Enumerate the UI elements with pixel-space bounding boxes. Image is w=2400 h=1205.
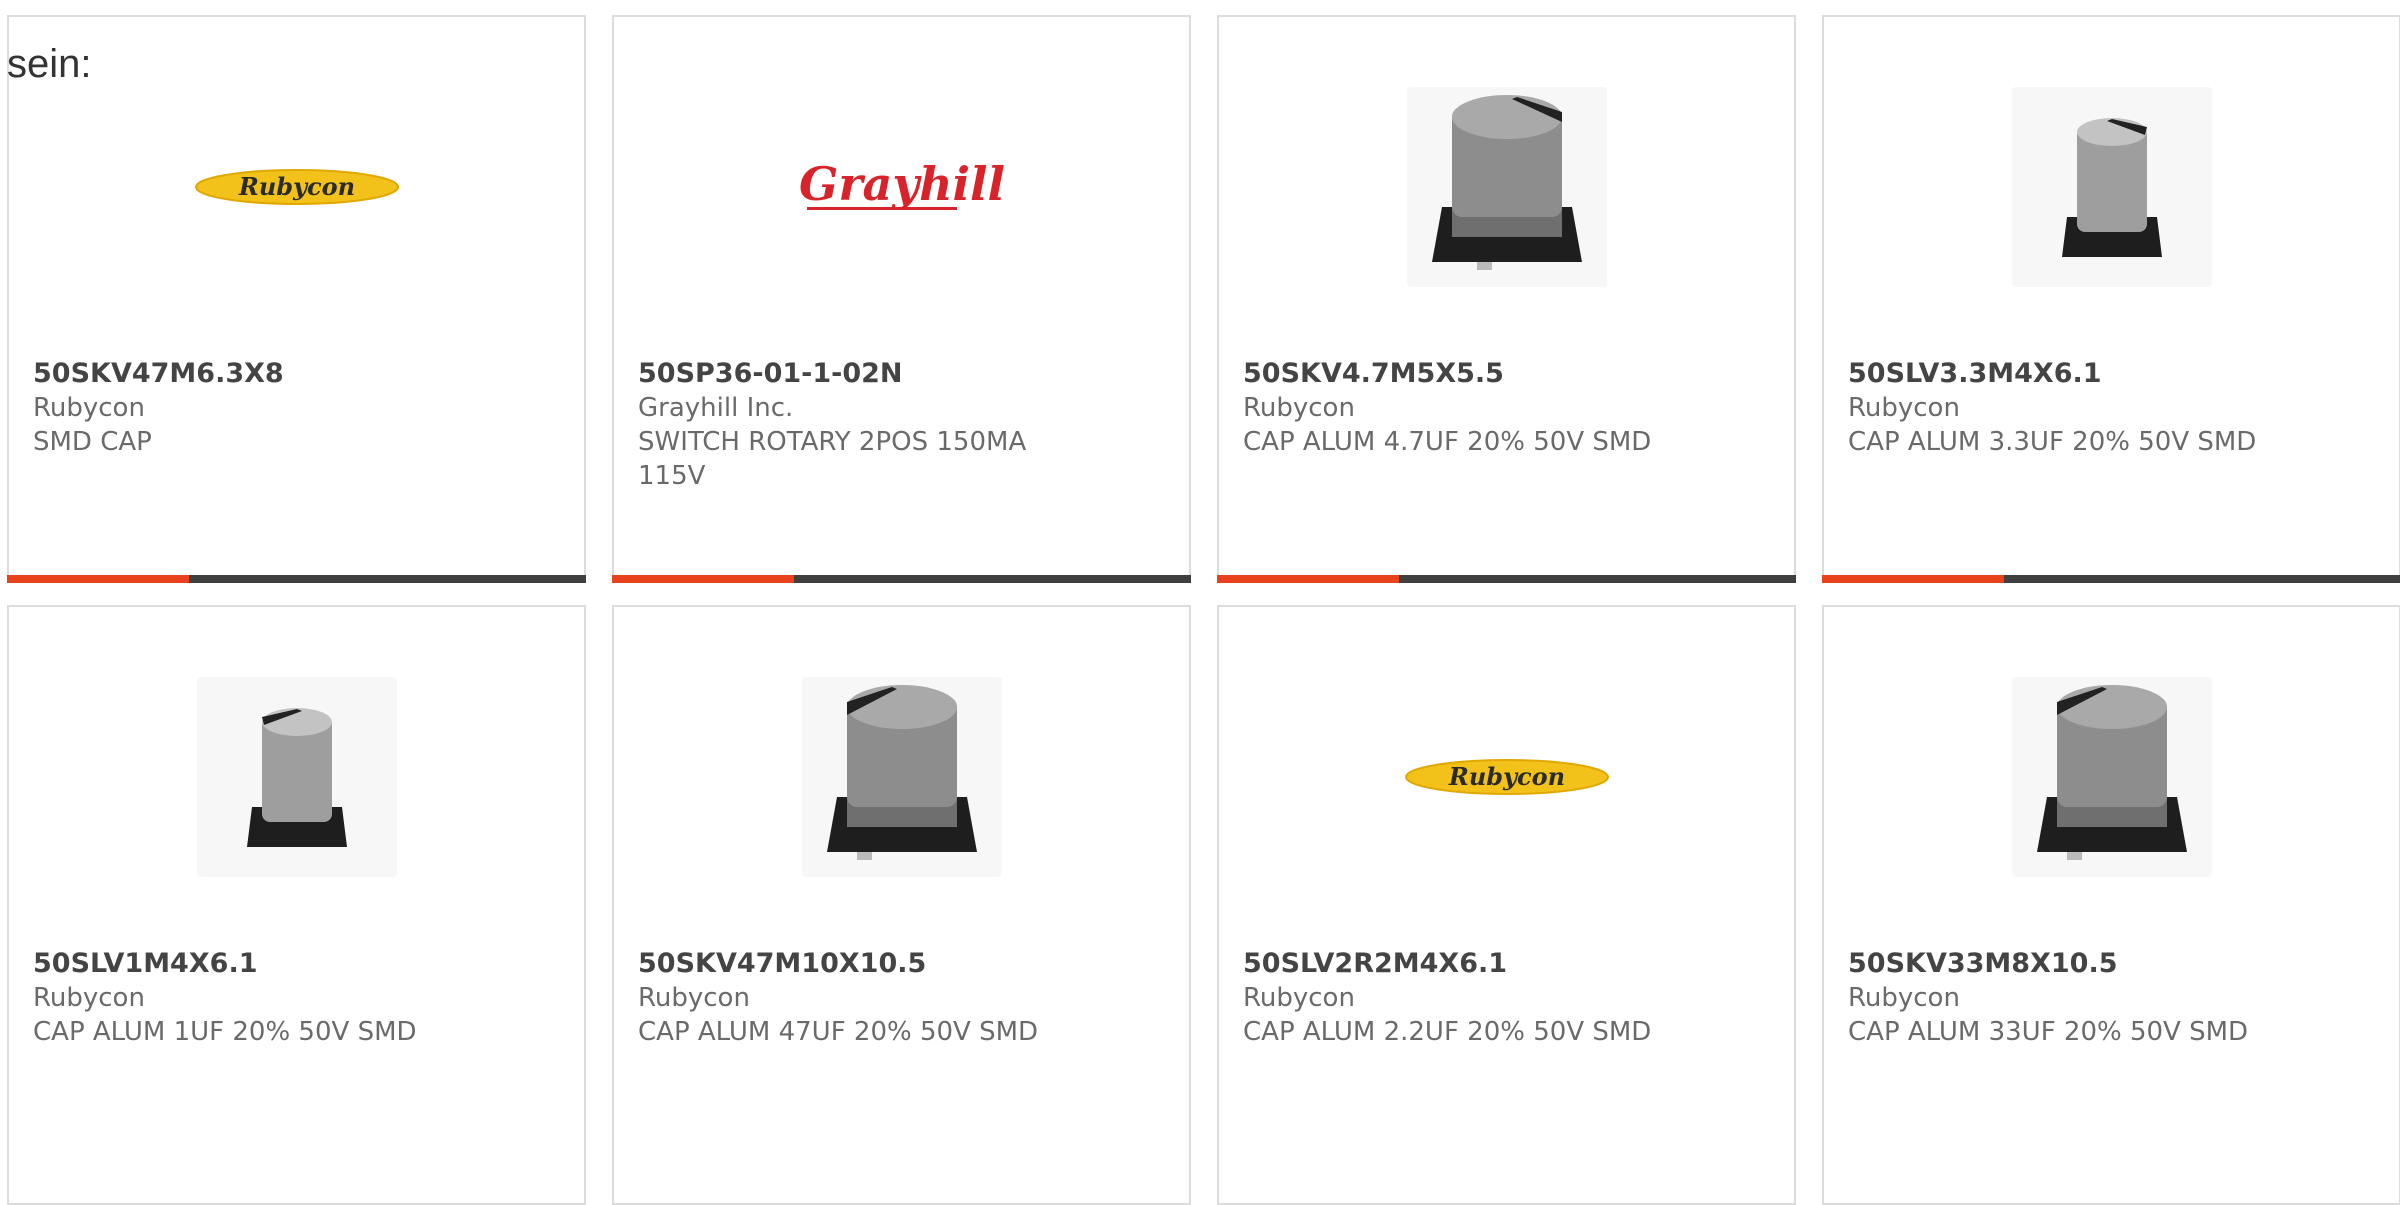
intro-text: sein: xyxy=(7,42,92,86)
grayhill-logo-text: Grayhill xyxy=(799,157,1005,211)
product-card[interactable]: 50SLV1M4X6.1 Rubycon CAP ALUM 1UF 20% 50… xyxy=(7,605,586,1205)
part-number[interactable]: 50SP36-01-1-02N xyxy=(638,357,1049,391)
card-progress-bar xyxy=(612,575,1191,583)
product-grid: Rubycon 50SKV47M6.3X8 Rubycon SMD CAP Gr… xyxy=(7,15,2400,1205)
card-progress-bar xyxy=(7,575,586,583)
description: CAP ALUM 1UF 20% 50V SMD xyxy=(33,1017,417,1047)
manufacturer: Rubycon xyxy=(33,393,145,423)
part-number[interactable]: 50SLV1M4X6.1 xyxy=(33,947,444,981)
capacitor-photo xyxy=(2011,87,2212,287)
card-progress-bar xyxy=(1217,575,1796,583)
product-card[interactable]: Grayhill 50SP36-01-1-02N Grayhill Inc. S… xyxy=(612,15,1191,583)
product-image: Grayhill xyxy=(614,87,1189,287)
description: CAP ALUM 3.3UF 20% 50V SMD xyxy=(1848,427,2257,457)
rubycon-logo-text: Rubycon xyxy=(1447,762,1564,791)
product-card[interactable]: 50SLV3.3M4X6.1 Rubycon CAP ALUM 3.3UF 20… xyxy=(1822,15,2400,583)
product-image xyxy=(1824,677,2399,877)
part-number[interactable]: 50SLV2R2M4X6.1 xyxy=(1243,947,1654,981)
manufacturer: Rubycon xyxy=(1848,983,1960,1013)
rubycon-logo: Rubycon xyxy=(1404,759,1609,795)
description: CAP ALUM 47UF 20% 50V SMD xyxy=(638,1017,1039,1047)
description: SMD CAP xyxy=(33,427,152,457)
product-image xyxy=(614,677,1189,877)
card-progress-bar xyxy=(1822,575,2400,583)
part-number[interactable]: 50SKV4.7M5X5.5 xyxy=(1243,357,1654,391)
manufacturer: Rubycon xyxy=(638,983,750,1013)
manufacturer: Rubycon xyxy=(1243,983,1355,1013)
capacitor-photo xyxy=(1406,87,1607,287)
part-number[interactable]: 50SKV47M10X10.5 xyxy=(638,947,1049,981)
product-card[interactable]: Rubycon 50SLV2R2M4X6.1 Rubycon CAP ALUM … xyxy=(1217,605,1796,1205)
capacitor-photo xyxy=(2011,677,2212,877)
product-card[interactable]: 50SKV4.7M5X5.5 Rubycon CAP ALUM 4.7UF 20… xyxy=(1217,15,1796,583)
description: CAP ALUM 33UF 20% 50V SMD xyxy=(1848,1017,2249,1047)
product-image xyxy=(1219,87,1794,287)
manufacturer: Rubycon xyxy=(33,983,145,1013)
description: SWITCH ROTARY 2POS 150MA 115V xyxy=(638,427,1027,491)
product-card[interactable]: Rubycon 50SKV47M6.3X8 Rubycon SMD CAP xyxy=(7,15,586,583)
capacitor-photo xyxy=(196,677,397,877)
rubycon-logo-text: Rubycon xyxy=(237,172,354,201)
part-number[interactable]: 50SKV33M8X10.5 xyxy=(1848,947,2259,981)
manufacturer: Grayhill Inc. xyxy=(638,393,794,423)
rubycon-logo: Rubycon xyxy=(194,169,399,205)
grayhill-logo: Grayhill xyxy=(799,157,1005,211)
description: CAP ALUM 2.2UF 20% 50V SMD xyxy=(1243,1017,1652,1047)
product-card[interactable]: 50SKV33M8X10.5 Rubycon CAP ALUM 33UF 20%… xyxy=(1822,605,2400,1205)
product-image xyxy=(1824,87,2399,287)
description: CAP ALUM 4.7UF 20% 50V SMD xyxy=(1243,427,1652,457)
part-number[interactable]: 50SKV47M6.3X8 xyxy=(33,357,444,391)
product-image: Rubycon xyxy=(1219,677,1794,877)
manufacturer: Rubycon xyxy=(1848,393,1960,423)
product-card[interactable]: 50SKV47M10X10.5 Rubycon CAP ALUM 47UF 20… xyxy=(612,605,1191,1205)
manufacturer: Rubycon xyxy=(1243,393,1355,423)
part-number[interactable]: 50SLV3.3M4X6.1 xyxy=(1848,357,2259,391)
capacitor-photo xyxy=(801,677,1002,877)
product-image xyxy=(9,677,584,877)
product-image: Rubycon xyxy=(9,87,584,287)
